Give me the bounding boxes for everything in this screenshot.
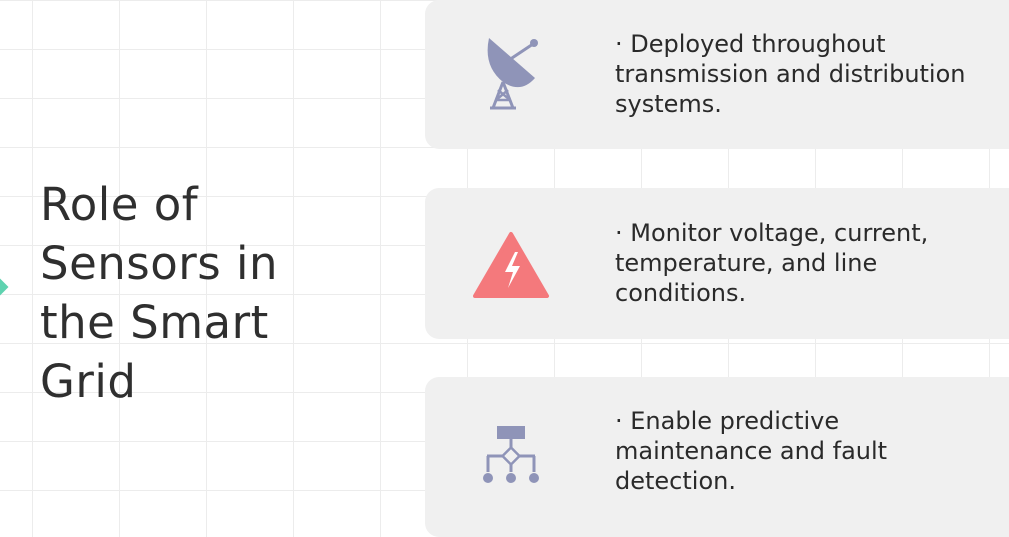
network-hierarchy-icon: [471, 415, 551, 495]
card-text: · Enable predictive maintenance and faul…: [615, 407, 888, 495]
card-text: · Deployed throughout transmission and d…: [615, 30, 966, 118]
card-text: · Monitor voltage, current, temperature,…: [615, 219, 929, 307]
satellite-dish-icon: [471, 34, 551, 114]
sensor-card-deployment: · Deployed throughout transmission and d…: [425, 0, 1009, 149]
sensor-card-monitoring: · Monitor voltage, current, temperature,…: [425, 188, 1009, 339]
accent-diamond: [0, 278, 9, 296]
high-voltage-warning-icon: [471, 225, 551, 305]
slide-title: Role of Sensors in the Smart Grid: [40, 178, 279, 408]
sensor-card-maintenance: · Enable predictive maintenance and faul…: [425, 377, 1009, 537]
